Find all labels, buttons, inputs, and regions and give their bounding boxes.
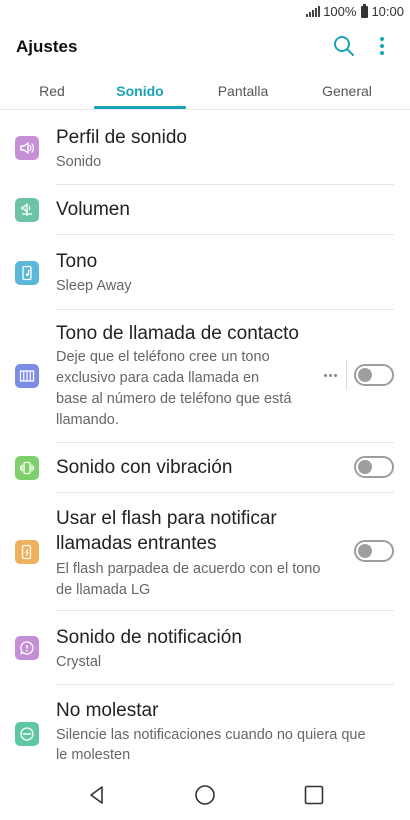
item-title: Sonido con vibración	[56, 457, 233, 478]
settings-item-ringtone[interactable]: Tono Sleep Away	[0, 235, 410, 310]
tab-red[interactable]: Red	[14, 72, 90, 110]
settings-item-notification-sound[interactable]: Sonido de notificación Crystal	[0, 611, 410, 685]
tab-general[interactable]: General	[306, 72, 388, 110]
search-button[interactable]	[332, 34, 356, 58]
more-vert-icon	[380, 37, 384, 55]
item-title-line: llamadas entrantes	[56, 533, 217, 554]
page-title: Ajustes	[16, 37, 78, 56]
item-title: Sonido de notificación	[56, 627, 242, 648]
item-subtitle-line: le molesten	[56, 747, 131, 763]
vertical-divider	[346, 360, 347, 390]
tab-pantalla[interactable]: Pantalla	[200, 72, 286, 110]
item-title: No molestar	[56, 700, 159, 721]
speaker-icon	[15, 136, 39, 160]
item-subtitle: Sleep Away	[56, 278, 132, 294]
item-subtitle-line: de llamada LG	[56, 582, 151, 598]
tab-sonido[interactable]: Sonido	[102, 72, 178, 110]
item-subtitle-line: llamando.	[56, 412, 119, 428]
more-options-button[interactable]	[372, 34, 392, 58]
back-icon	[90, 786, 103, 804]
do-not-disturb-icon	[15, 722, 39, 746]
status-bar: 100% 10:00	[0, 0, 410, 24]
more-horiz-icon	[323, 373, 327, 377]
item-title: Tono	[56, 251, 98, 272]
item-subtitle: Sonido	[56, 154, 102, 170]
item-subtitle-line: El flash parpadea de acuerdo con el tono	[56, 561, 321, 577]
home-icon	[195, 785, 215, 805]
more-horiz-button[interactable]	[320, 365, 340, 385]
search-icon	[334, 36, 354, 56]
item-title: Volumen	[56, 199, 130, 220]
back-button[interactable]	[84, 782, 110, 808]
vibration-toggle[interactable]	[354, 456, 394, 478]
item-subtitle-line: exclusivo para cada llamada en	[56, 370, 260, 386]
recents-icon	[304, 785, 324, 805]
settings-item-sound-profile[interactable]: Perfil de sonido Sonido	[0, 111, 410, 185]
tab-bar: Red Sonido Pantalla General	[0, 72, 410, 110]
item-subtitle-line: Deje que el teléfono cree un tono	[56, 349, 270, 365]
item-title-line: Usar el flash para notificar	[56, 508, 277, 529]
contact-ringtone-toggle[interactable]	[354, 364, 394, 386]
volume-icon	[15, 198, 39, 222]
item-subtitle-line: Silencie las notificaciones cuando no qu…	[56, 727, 366, 743]
item-subtitle: Crystal	[56, 654, 102, 670]
recents-button[interactable]	[301, 782, 327, 808]
piano-icon	[15, 364, 39, 388]
vibration-icon	[15, 456, 39, 480]
settings-item-sound-with-vibration[interactable]: Sonido con vibración	[0, 443, 410, 493]
clock: 10:00	[371, 4, 404, 19]
flash-notification-toggle[interactable]	[354, 540, 394, 562]
item-title: Tono de llamada de contacto	[56, 323, 299, 344]
settings-item-do-not-disturb[interactable]: No molestar Silencie las notificaciones …	[0, 685, 410, 770]
tab-active-indicator	[94, 106, 186, 109]
item-subtitle-line: base al número de teléfono que está	[56, 391, 292, 407]
system-nav-bar	[0, 770, 410, 820]
settings-item-flash-notification[interactable]: Usar el flash para notificar llamadas en…	[0, 493, 410, 611]
status-indicators: 100% 10:00	[306, 3, 404, 19]
battery-icon	[361, 3, 369, 18]
flash-phone-icon	[15, 540, 39, 564]
home-button[interactable]	[192, 782, 218, 808]
notification-icon	[15, 636, 39, 660]
signal-icon	[306, 6, 321, 17]
battery-percent: 100%	[323, 4, 357, 19]
item-title: Perfil de sonido	[56, 127, 187, 148]
settings-item-volume[interactable]: Volumen	[0, 185, 410, 235]
settings-item-contact-ringtone[interactable]: Tono de llamada de contacto Deje que el …	[0, 310, 410, 443]
phone-music-icon	[15, 261, 39, 285]
